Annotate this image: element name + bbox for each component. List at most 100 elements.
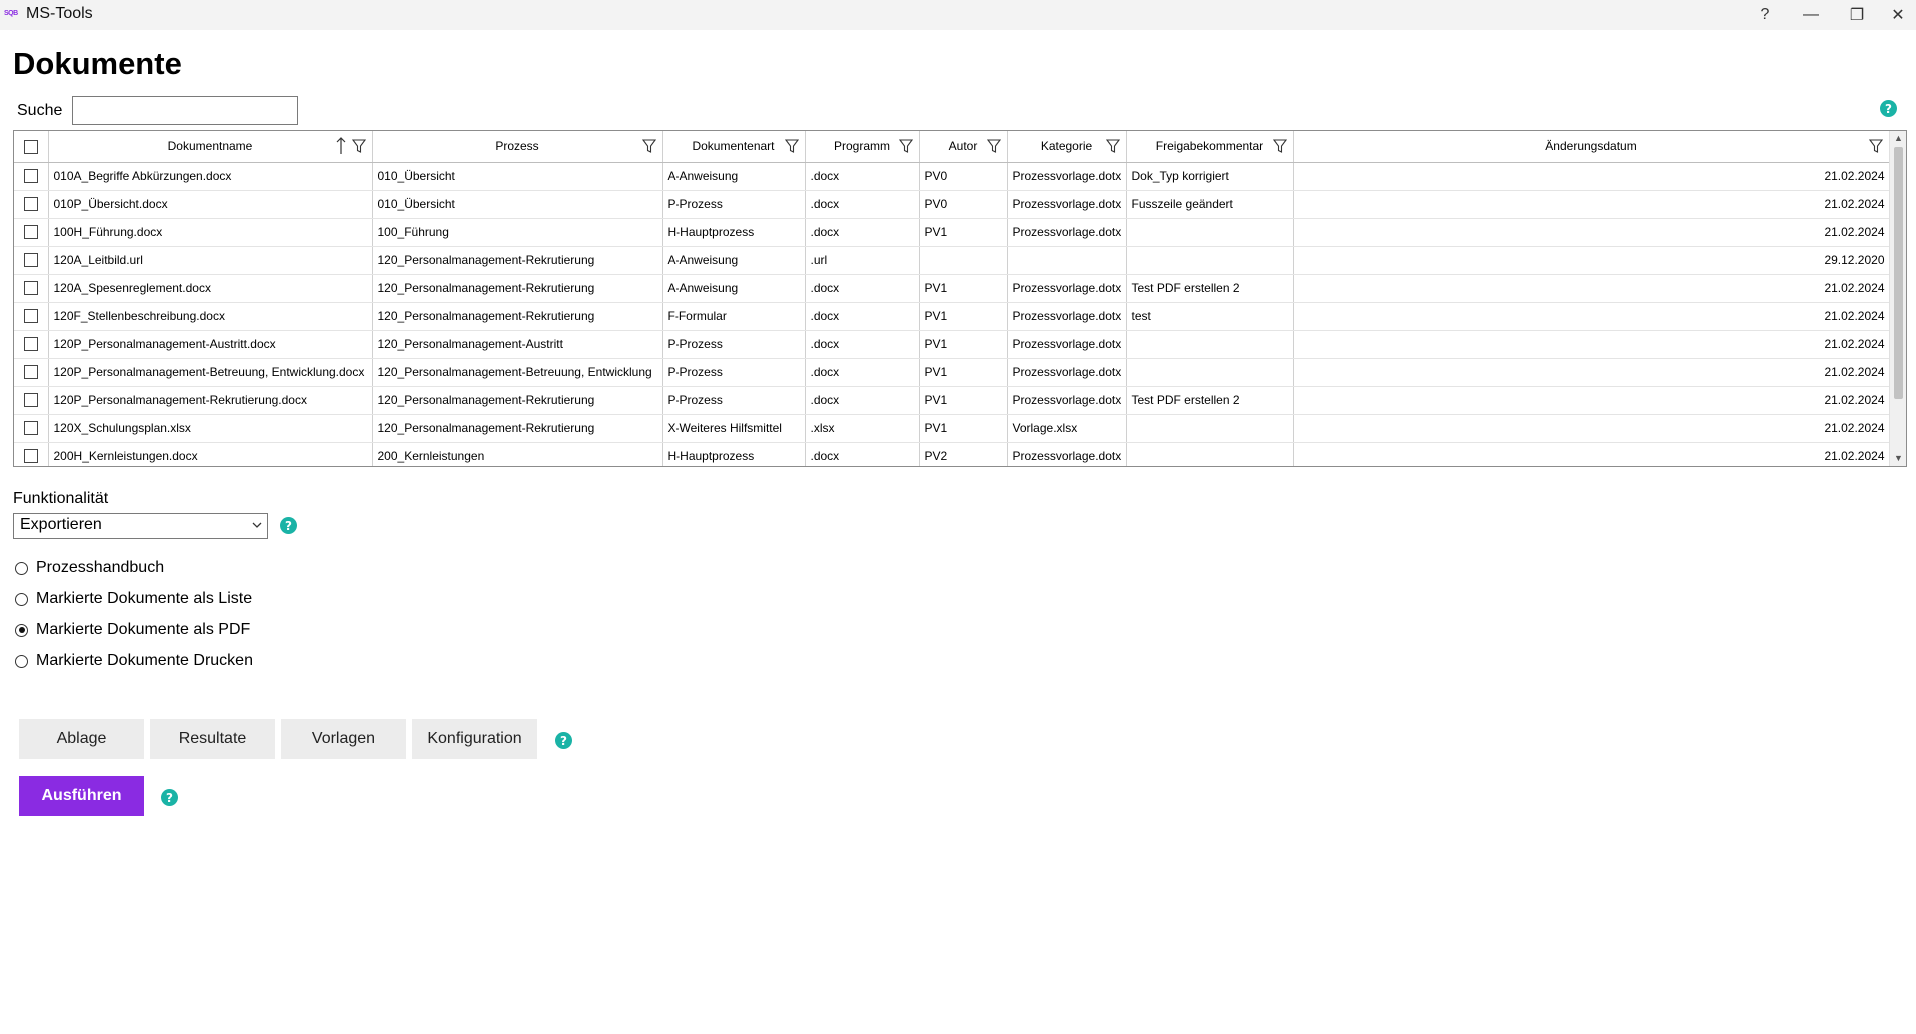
column-header-kategorie[interactable]: Kategorie <box>1007 131 1127 163</box>
row-checkbox[interactable] <box>23 337 38 352</box>
grid-vertical-scrollbar[interactable]: ▲ ▼ <box>1889 131 1906 466</box>
table-row[interactable]: 100H_Führung.docx 100_Führung H-Hauptpro… <box>14 218 1890 247</box>
table-row[interactable]: 200H_Kernleistungen.docx 200_Kernleistun… <box>14 442 1890 466</box>
chevron-down-icon <box>252 522 262 528</box>
filter-icon[interactable] <box>641 139 656 153</box>
row-checkbox[interactable] <box>23 225 38 240</box>
row-checkbox[interactable] <box>23 253 38 268</box>
ablage-button[interactable]: Ablage <box>19 719 144 759</box>
scroll-down-icon[interactable]: ▼ <box>1893 453 1904 464</box>
option-pdf[interactable]: Markierte Dokumente als PDF <box>15 619 250 641</box>
radio-button[interactable] <box>15 654 28 668</box>
cell-programm: .docx <box>805 218 920 247</box>
question-icon: ? <box>1760 6 1770 23</box>
table-row[interactable]: 120F_Stellenbeschreibung.docx 120_Person… <box>14 302 1890 331</box>
window-close-button[interactable]: ✕ <box>1880 0 1916 30</box>
scroll-up-icon[interactable]: ▲ <box>1893 133 1904 144</box>
row-select-cell <box>14 218 49 247</box>
cell-freigabekommentar: Test PDF erstellen 2 <box>1126 386 1294 415</box>
filter-icon[interactable] <box>784 139 799 153</box>
cell-autor: PV1 <box>919 386 1008 415</box>
vorlagen-button[interactable]: Vorlagen <box>281 719 406 759</box>
cell-dokumentname: 120A_Spesenreglement.docx <box>48 274 373 303</box>
window-minimize-button[interactable]: — <box>1788 0 1834 30</box>
row-checkbox[interactable] <box>23 309 38 324</box>
row-checkbox[interactable] <box>23 421 38 436</box>
cell-programm: .docx <box>805 358 920 387</box>
cell-prozess: 120_Personalmanagement-Betreuung, Entwic… <box>372 358 663 387</box>
konfiguration-button[interactable]: Konfiguration <box>412 719 537 759</box>
row-checkbox[interactable] <box>23 169 38 184</box>
cell-aenderungsdatum: 29.12.2020 <box>1293 246 1890 275</box>
help-icon[interactable]: ? <box>161 789 178 806</box>
filter-icon[interactable] <box>898 139 913 153</box>
column-header-aenderungsdatum[interactable]: Änderungsdatum <box>1293 131 1890 163</box>
table-row[interactable]: 120P_Personalmanagement-Austritt.docx 12… <box>14 330 1890 359</box>
row-checkbox[interactable] <box>23 393 38 408</box>
table-row[interactable]: 120A_Spesenreglement.docx 120_Personalma… <box>14 274 1890 303</box>
column-header-autor[interactable]: Autor <box>919 131 1008 163</box>
cell-programm: .docx <box>805 302 920 331</box>
search-input[interactable] <box>72 96 298 125</box>
table-row[interactable]: 120P_Personalmanagement-Rekrutierung.doc… <box>14 386 1890 415</box>
column-header-dokumentenart[interactable]: Dokumentenart <box>662 131 806 163</box>
row-checkbox[interactable] <box>23 449 38 464</box>
column-header-programm[interactable]: Programm <box>805 131 920 163</box>
cell-dokumentname: 120P_Personalmanagement-Austritt.docx <box>48 330 373 359</box>
column-header-label: Autor <box>948 139 978 154</box>
row-checkbox[interactable] <box>23 365 38 380</box>
cell-kategorie <box>1007 246 1127 275</box>
select-all-checkbox[interactable] <box>23 139 38 154</box>
help-icon[interactable]: ? <box>1880 100 1897 117</box>
column-header-dokumentname[interactable]: Dokumentname <box>48 131 373 163</box>
cell-aenderungsdatum: 21.02.2024 <box>1293 330 1890 359</box>
cell-dokumentname: 120X_Schulungsplan.xlsx <box>48 414 373 443</box>
table-row[interactable]: 010A_Begriffe Abkürzungen.docx 010_Übers… <box>14 162 1890 191</box>
radio-button[interactable] <box>15 561 28 575</box>
cell-autor: PV1 <box>919 274 1008 303</box>
cell-aenderungsdatum: 21.02.2024 <box>1293 414 1890 443</box>
radio-button[interactable] <box>15 592 28 606</box>
column-header-freigabekommentar[interactable]: Freigabekommentar <box>1126 131 1294 163</box>
filter-icon[interactable] <box>351 139 366 153</box>
help-icon[interactable]: ? <box>555 732 572 749</box>
option-drucken[interactable]: Markierte Dokumente Drucken <box>15 650 253 672</box>
table-row[interactable]: 120A_Leitbild.url 120_Personalmanagement… <box>14 246 1890 275</box>
run-button[interactable]: Ausführen <box>19 776 144 816</box>
window-help-button[interactable]: ? <box>1742 0 1788 30</box>
cell-freigabekommentar: Dok_Typ korrigiert <box>1126 162 1294 191</box>
cell-prozess: 120_Personalmanagement-Rekrutierung <box>372 302 663 331</box>
option-liste[interactable]: Markierte Dokumente als Liste <box>15 588 252 610</box>
cell-prozess: 120_Personalmanagement-Rekrutierung <box>372 386 663 415</box>
table-row[interactable]: 010P_Übersicht.docx 010_Übersicht P-Proz… <box>14 190 1890 219</box>
cell-programm: .docx <box>805 190 920 219</box>
functionality-select[interactable]: Exportieren <box>13 513 268 539</box>
cell-freigabekommentar <box>1126 330 1294 359</box>
column-header-prozess[interactable]: Prozess <box>372 131 663 163</box>
filter-icon[interactable] <box>1105 139 1120 153</box>
radio-button-selected[interactable] <box>15 623 28 637</box>
help-icon[interactable]: ? <box>280 517 297 534</box>
row-select-cell <box>14 386 49 415</box>
close-icon: ✕ <box>1891 7 1905 24</box>
table-row[interactable]: 120P_Personalmanagement-Betreuung, Entwi… <box>14 358 1890 387</box>
row-checkbox[interactable] <box>23 281 38 296</box>
row-checkbox[interactable] <box>23 197 38 212</box>
resultate-button[interactable]: Resultate <box>150 719 275 759</box>
filter-icon[interactable] <box>1272 139 1287 153</box>
cell-freigabekommentar: Test PDF erstellen 2 <box>1126 274 1294 303</box>
page-title: Dokumente <box>13 46 182 81</box>
filter-icon[interactable] <box>986 139 1001 153</box>
row-select-cell <box>14 442 49 466</box>
cell-prozess: 120_Personalmanagement-Rekrutierung <box>372 246 663 275</box>
option-prozesshandbuch[interactable]: Prozesshandbuch <box>15 557 164 579</box>
cell-freigabekommentar <box>1126 218 1294 247</box>
column-header-label: Freigabekommentar <box>1155 139 1264 154</box>
window-maximize-button[interactable]: ❐ <box>1834 0 1880 30</box>
cell-dokumentenart: A-Anweisung <box>662 246 806 275</box>
filter-icon[interactable] <box>1868 139 1883 153</box>
cell-dokumentname: 120A_Leitbild.url <box>48 246 373 275</box>
table-row[interactable]: 120X_Schulungsplan.xlsx 120_Personalmana… <box>14 414 1890 443</box>
scrollbar-thumb[interactable] <box>1894 147 1903 399</box>
sort-ascending-icon[interactable] <box>336 137 346 155</box>
